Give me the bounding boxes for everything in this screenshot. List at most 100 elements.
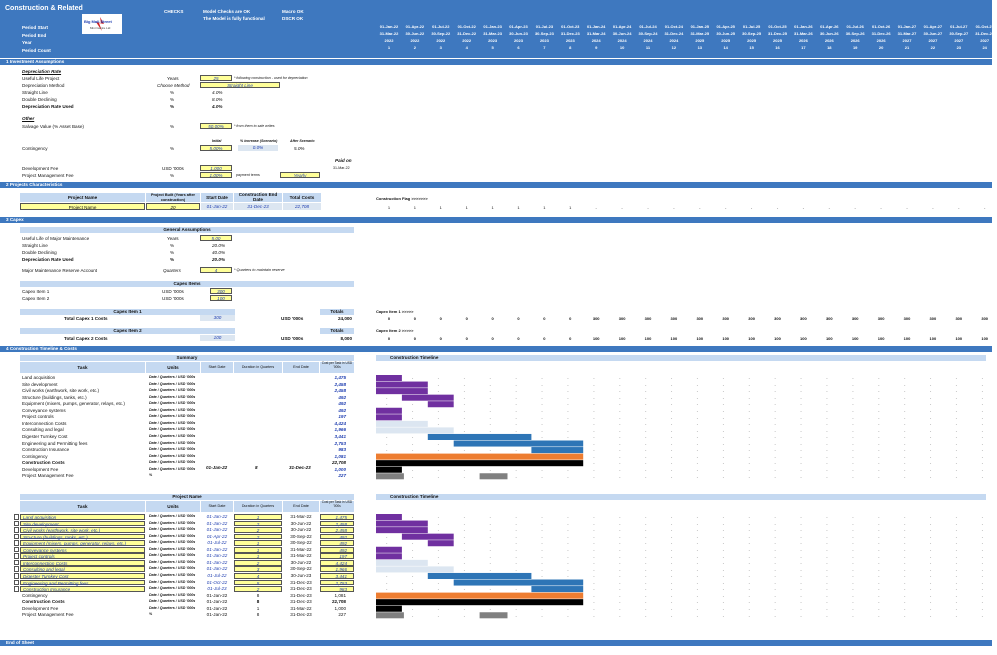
detail-task-input[interactable]: Consulting and legal <box>20 566 145 572</box>
detail-end-date: 30-Sep-22 <box>290 533 312 539</box>
detail-duration-input[interactable]: 1 <box>234 553 282 559</box>
detail-task-input[interactable]: Conveyance systems <box>20 546 145 553</box>
gantt-empty-cell: - <box>723 434 725 439</box>
salvage-input[interactable]: 50.00% <box>200 123 232 129</box>
period-start-cell: 01-Jul-25 <box>742 24 761 29</box>
gantt-empty-cell: - <box>956 606 958 611</box>
contingency-increase-input[interactable]: 0.0% <box>238 145 278 151</box>
gantt-empty-cell: - <box>671 461 673 466</box>
capex-item2-input[interactable]: 100 <box>210 295 232 301</box>
gantt-empty-cell: - <box>671 441 673 446</box>
detail-start-date: 01-Jul-23 <box>207 586 227 592</box>
gantt-empty-cell: - <box>800 593 802 598</box>
contingency-initial-input[interactable]: 5.00% <box>200 145 232 151</box>
capex-period-value: 0 <box>387 336 391 341</box>
gantt-empty-cell: - <box>619 600 621 605</box>
detail-cost-input[interactable]: 2,458 <box>320 520 354 527</box>
gantt-empty-cell: - <box>671 567 673 572</box>
detail-duration-input[interactable]: 2 <box>234 586 282 592</box>
detail-duration-input[interactable]: 1 <box>234 540 282 546</box>
detail-cost-input[interactable]: 1,475 <box>320 514 354 520</box>
detail-task-input[interactable]: Construction Insurance <box>20 586 145 592</box>
capex-item1-input[interactable]: 300 <box>210 288 232 294</box>
mm-useful-life-input[interactable]: 5.00 <box>200 235 232 241</box>
summary-units: Date / Quarters / USD '000s <box>149 388 196 393</box>
capex-sl-value: 20.0% <box>212 243 226 248</box>
period-year-cell: 2027 <box>928 38 938 43</box>
summary-cost: 4,424 <box>334 420 347 426</box>
detail-task-input[interactable]: Digester Turnkey Cost <box>20 572 145 579</box>
gantt-empty-cell: - <box>593 528 595 533</box>
detail-duration-input[interactable]: 5 <box>234 579 282 586</box>
summary-task-label: Interconnection Costs <box>22 420 67 426</box>
detail-duration-input[interactable]: 2 <box>234 527 282 533</box>
detail-cost-input[interactable]: 2,753 <box>320 579 354 586</box>
detail-duration-input[interactable]: 4 <box>234 572 282 579</box>
detail-task-input[interactable]: Engineering and Permitting fees <box>20 579 145 586</box>
capex-period-value: 300 <box>748 316 755 321</box>
gantt-empty-cell: - <box>438 421 440 426</box>
detail-start-date: 01-Jan-22 <box>206 612 228 618</box>
flag-cell: - <box>880 205 882 210</box>
detail-duration-input[interactable]: 2 <box>234 533 282 540</box>
pm-fee-input[interactable]: 1.00% <box>200 172 232 178</box>
detail-duration-input[interactable]: 2 <box>234 520 282 527</box>
gantt-empty-cell: - <box>490 515 492 520</box>
gantt-empty-cell: - <box>516 448 518 453</box>
detail-cost-input[interactable]: 492 <box>320 533 354 540</box>
detail-task-input[interactable]: Project controls <box>20 553 145 559</box>
gantt-empty-cell: - <box>697 474 699 479</box>
detail-cost-input[interactable]: 1,966 <box>320 566 354 572</box>
detail-task-input[interactable]: Site development <box>20 520 145 527</box>
detail-duration-input[interactable]: 3 <box>234 566 282 572</box>
gantt-empty-cell: - <box>904 402 906 407</box>
project-name-input[interactable]: Project Name <box>20 203 145 210</box>
summary-task-label: Civil works (earthwork, site work, etc.) <box>22 388 100 394</box>
detail-cost-input[interactable]: 492 <box>320 540 354 546</box>
detail-task-input[interactable]: Equipment (mixers, pumps, generator, rel… <box>20 540 145 546</box>
useful-life-input[interactable]: 25 <box>200 75 232 81</box>
detail-task-input[interactable]: Civil works (earthwork, site work, etc.) <box>20 527 145 533</box>
period-end-cell: 31-Dec-25 <box>768 31 787 36</box>
mm-reserve-input[interactable]: 4 <box>200 267 232 273</box>
detail-duration-input[interactable]: 2 <box>234 559 282 566</box>
gantt-empty-cell: - <box>516 428 518 433</box>
flag-cell: 1 <box>517 205 520 210</box>
gantt-empty-cell: - <box>645 454 647 459</box>
project-built-input[interactable]: 20 <box>146 203 200 210</box>
gantt-empty-cell: - <box>930 528 932 533</box>
detail-task-input[interactable]: Interconnection Costs <box>20 559 145 566</box>
detail-task-input[interactable]: Structure (buildings, tanks, etc.) <box>20 533 145 540</box>
summary-task-label: Construction Insurance <box>22 447 70 453</box>
pm-terms-select[interactable]: Yearly <box>280 172 320 178</box>
gantt-empty-cell: - <box>671 395 673 400</box>
detail-task-input[interactable]: Land acquisition <box>20 514 145 520</box>
gantt-empty-cell: - <box>775 580 777 585</box>
dep-method-select[interactable]: Straight Line <box>200 82 280 88</box>
period-year-cell: 2025 <box>695 38 705 43</box>
flag-cell: - <box>802 205 805 210</box>
detail-col-duration: Duration in Quarters <box>234 501 282 512</box>
period-start-cell: 01-Jul-24 <box>639 24 657 29</box>
detail-cost-input[interactable]: 3,441 <box>320 572 354 579</box>
detail-cost-input[interactable]: 983 <box>320 586 354 592</box>
gantt-empty-cell: - <box>956 560 958 565</box>
detail-duration-input[interactable]: 1 <box>234 546 282 553</box>
period-end-cell: 31-Mar-24 <box>586 31 606 36</box>
gantt-empty-cell: - <box>826 600 828 605</box>
gantt-empty-cell: - <box>671 560 673 565</box>
detail-cost-input[interactable]: 197 <box>320 553 354 559</box>
gantt-empty-cell: - <box>593 573 595 578</box>
detail-cost-input[interactable]: 492 <box>320 546 354 553</box>
detail-cost-input[interactable]: 2,458 <box>320 527 354 533</box>
capex-period-value: 0 <box>439 336 442 341</box>
summary-units: Date / Quarters / USD '000s <box>149 414 196 419</box>
detail-duration-input[interactable]: 1 <box>234 514 282 520</box>
gantt-empty-cell: - <box>749 600 751 605</box>
dev-fee-input[interactable]: 1,000 <box>200 165 232 171</box>
capex-period-value: 100 <box>800 336 807 341</box>
detail-units: Date / Quarters / USD '000s <box>149 559 196 564</box>
detail-cost-input[interactable]: 4,424 <box>320 559 354 566</box>
period-year-cell: 2022 <box>410 38 420 43</box>
gantt-empty-cell: - <box>852 541 854 546</box>
